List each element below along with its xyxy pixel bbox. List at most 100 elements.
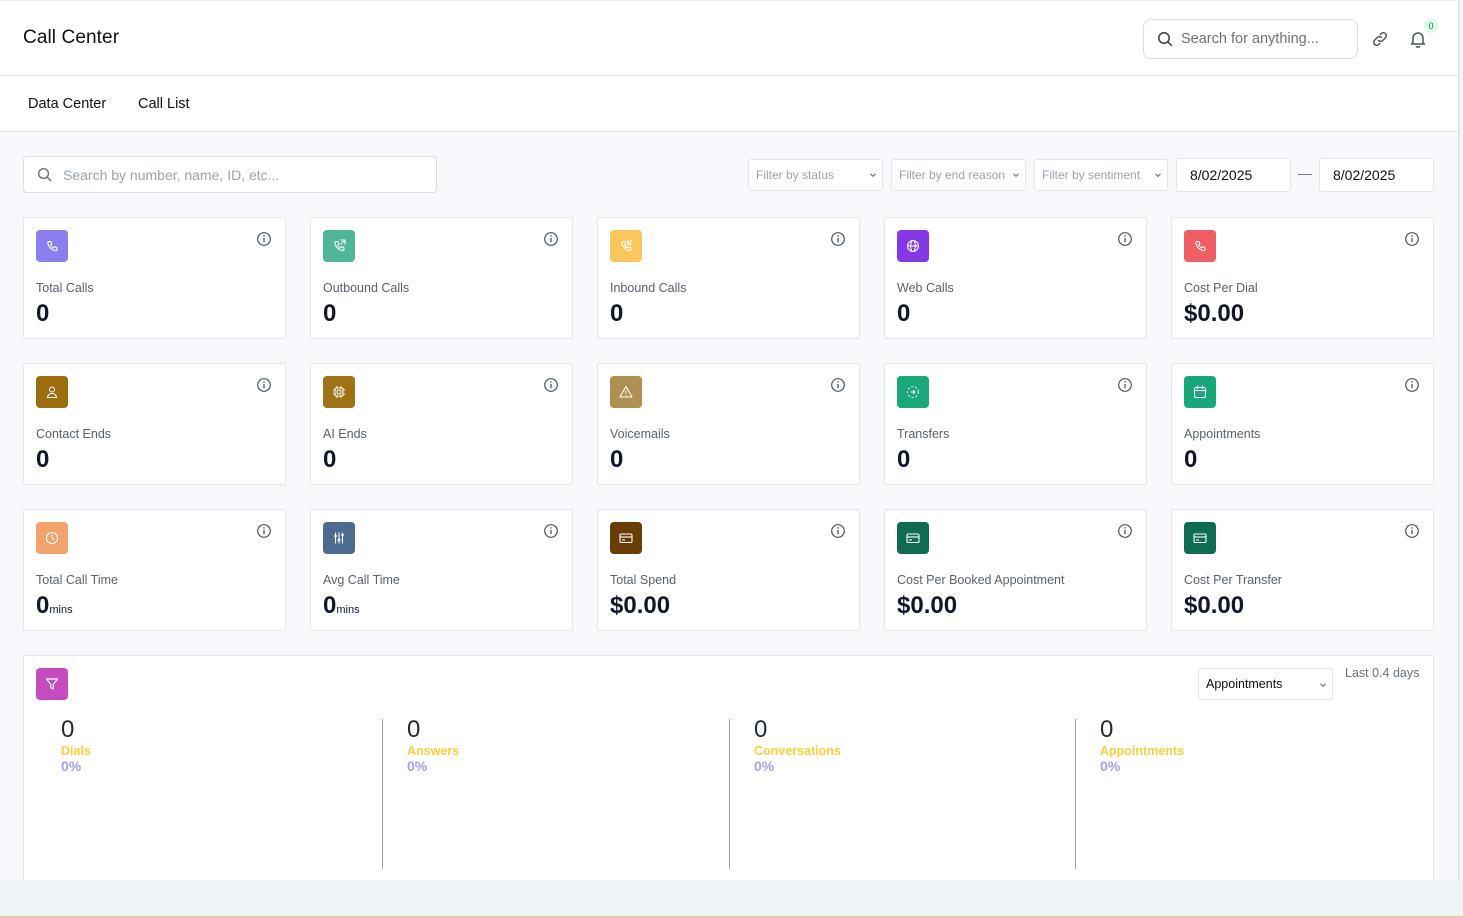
info-icon[interactable] [543, 523, 559, 539]
user-icon [46, 386, 58, 399]
chevron-down-icon [870, 173, 876, 178]
stage-percent: 0% [61, 758, 82, 774]
funnel-icon-tile [36, 668, 68, 700]
link-icon[interactable] [1370, 29, 1390, 49]
phone-icon [1195, 240, 1206, 252]
call-search-placeholder: Search by number, name, ID, etc... [63, 166, 280, 183]
info-icon[interactable] [543, 231, 559, 247]
stage-label: Answers [407, 744, 460, 758]
stat-card-cost-per-transfer: Cost Per Transfer $0.00 [1171, 509, 1434, 631]
stat-number: 0 [1184, 446, 1198, 473]
stat-label: Cost Per Booked Appointment [897, 573, 1065, 587]
stat-number: 0 [897, 300, 911, 327]
stat-number: 0 [323, 592, 337, 619]
stat-icon-tile [1184, 376, 1216, 408]
funnel-stage-conversations: 0 Conversations 0% [754, 716, 841, 774]
date-to-input[interactable]: 8/02/2025 [1319, 158, 1434, 192]
stat-number: 0 [36, 300, 50, 327]
info-icon[interactable] [1117, 377, 1133, 393]
stat-label: Avg Call Time [323, 573, 400, 587]
tab-call-list[interactable]: Call List [138, 96, 190, 112]
info-icon[interactable] [1404, 523, 1420, 539]
status-filter-select[interactable]: Filter by status [748, 159, 883, 191]
stat-number: 0 [323, 300, 337, 327]
stage-divider [729, 719, 730, 869]
footer-strip [0, 880, 1463, 917]
clock-icon [45, 531, 59, 545]
stat-value: 0 [610, 446, 623, 474]
stat-value: 0 [897, 300, 910, 328]
credit-card-icon [619, 533, 633, 544]
stat-card-avg-call-time: Avg Call Time 0mins [310, 509, 573, 631]
funnel-range-label: Last 0.4 days [1345, 666, 1420, 680]
stat-label: Web Calls [897, 281, 954, 295]
stage-value: 0 [61, 716, 75, 743]
stat-card-transfers: Transfers 0 [884, 363, 1147, 485]
warning-icon [619, 385, 633, 398]
stat-card-total-calls: Total Calls 0 [23, 217, 286, 339]
stat-icon-tile [323, 376, 355, 408]
end-reason-filter-select[interactable]: Filter by end reason [891, 159, 1026, 191]
stat-number: 0 [36, 446, 50, 473]
page-title: Call Center [23, 27, 120, 48]
phone-icon [47, 240, 58, 252]
info-icon[interactable] [1117, 523, 1133, 539]
credit-card-icon [1193, 533, 1207, 544]
info-icon[interactable] [830, 377, 846, 393]
info-icon[interactable] [256, 523, 272, 539]
scrollbar-track[interactable] [1458, 0, 1460, 880]
stat-label: Appointments [1184, 427, 1261, 441]
status-filter-label: Filter by status [756, 168, 835, 182]
app-header: Call Center Search for anything... 0 [0, 0, 1460, 76]
info-icon[interactable] [830, 231, 846, 247]
chevron-down-icon [1320, 683, 1326, 688]
credit-card-icon [906, 533, 920, 544]
stage-value: 0 [754, 716, 768, 743]
end-reason-filter-label: Filter by end reason [899, 168, 1006, 182]
call-search-input[interactable]: Search by number, name, ID, etc... [23, 156, 437, 193]
info-icon[interactable] [256, 231, 272, 247]
info-icon[interactable] [256, 377, 272, 393]
chevron-down-icon [1013, 173, 1019, 178]
funnel-stage-appointments: 0 Appointments 0% [1100, 716, 1184, 774]
stage-value: 0 [1100, 716, 1114, 743]
info-icon[interactable] [543, 377, 559, 393]
funnel-stage-answers: 0 Answers 0% [407, 716, 459, 774]
stat-unit: mins [336, 604, 360, 616]
sentiment-filter-select[interactable]: Filter by sentiment [1034, 159, 1168, 191]
sliders-icon [334, 532, 344, 544]
phone-incoming-icon [621, 239, 633, 252]
stat-label: Inbound Calls [610, 281, 687, 295]
funnel-metric-select[interactable]: Appointments [1198, 668, 1333, 700]
info-icon[interactable] [1404, 231, 1420, 247]
stat-icon-tile [610, 376, 642, 408]
stage-percent: 0% [754, 758, 775, 774]
date-from-input[interactable]: 8/02/2025 [1176, 158, 1291, 192]
stat-label: Total Calls [36, 281, 94, 295]
info-icon[interactable] [1404, 377, 1420, 393]
stage-value: 0 [407, 716, 421, 743]
stat-value: 0 [323, 300, 336, 328]
stat-label: Voicemails [610, 427, 670, 441]
stat-label: Contact Ends [36, 427, 112, 441]
stat-card-web-calls: Web Calls 0 [884, 217, 1147, 339]
stat-icon-tile [36, 376, 68, 408]
info-icon[interactable] [830, 523, 846, 539]
global-search-input[interactable]: Search for anything... [1143, 19, 1358, 59]
tab-data-center[interactable]: Data Center [28, 96, 106, 112]
stat-icon-tile [610, 522, 642, 554]
stat-card-voicemails: Voicemails 0 [597, 363, 860, 485]
info-icon[interactable] [1117, 231, 1133, 247]
stat-icon-tile [1184, 522, 1216, 554]
stat-icon-tile [1184, 230, 1216, 262]
funnel-metric-label: Appointments [1206, 677, 1283, 691]
stat-icon-tile [36, 230, 68, 262]
stat-value: 0mins [323, 592, 360, 620]
funnel-panel: Appointments Last 0.4 days 0 Dials 0% 0 … [23, 655, 1434, 880]
stage-divider [1075, 719, 1076, 869]
stat-icon-tile [897, 522, 929, 554]
stat-card-outbound-calls: Outbound Calls 0 [310, 217, 573, 339]
stat-icon-tile [897, 230, 929, 262]
bell-icon[interactable] [1408, 29, 1428, 49]
stat-label: Transfers [897, 427, 950, 441]
